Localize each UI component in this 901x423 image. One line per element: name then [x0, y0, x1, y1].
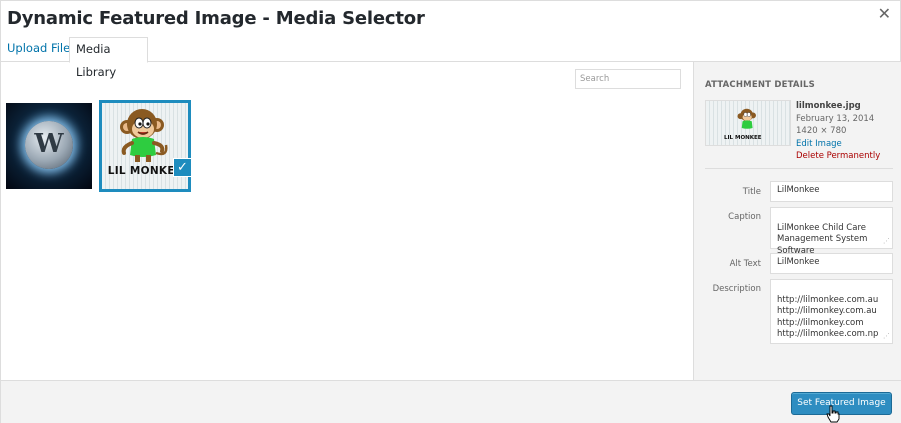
caption-field[interactable]: LilMonkee Child Care Management System S… — [770, 207, 893, 256]
title-label: Title — [742, 187, 761, 197]
attachment-preview: LIL MONKEE — [705, 100, 791, 146]
caption-text: LilMonkee Child Care Management System S… — [777, 222, 868, 256]
sidebar-divider — [705, 168, 893, 169]
tab-bar: Upload Files Media Library — [1, 37, 901, 79]
attachment-date: February 13, 2014 — [796, 113, 875, 124]
caption-label: Caption — [728, 212, 761, 222]
media-browser: Search W LIL MONKEE ✓ — [1, 62, 693, 380]
description-field[interactable]: http://lilmonkee.com.au http://lilmonkey… — [770, 279, 893, 344]
monkee-mascot-icon — [737, 108, 756, 129]
attachment-lilmonkee[interactable]: LIL MONKEE — [99, 100, 191, 192]
title-field[interactable]: LilMonkee — [770, 181, 893, 202]
attachment-details-heading: ATTACHMENT DETAILS — [705, 80, 815, 90]
attachment-details-sidebar: ATTACHMENT DETAILS LIL MONKEE lilmonkee.… — [693, 62, 901, 380]
alt-text-field[interactable]: LilMonkee — [770, 253, 893, 274]
resize-handle-icon[interactable]: ⋰ — [883, 236, 890, 248]
description-label: Description — [712, 284, 761, 294]
resize-handle-icon[interactable]: ⋰ — [883, 331, 890, 343]
tab-media-library[interactable]: Media Library — [69, 37, 148, 79]
wordpress-logo-icon: W — [25, 121, 73, 169]
close-icon[interactable]: ✕ — [878, 6, 891, 22]
delete-permanently-link[interactable]: Delete Permanently — [796, 150, 880, 163]
search-input[interactable]: Search — [575, 69, 681, 89]
edit-image-link[interactable]: Edit Image — [796, 138, 880, 151]
alt-text-label: Alt Text — [729, 259, 761, 269]
attachment-filename: lilmonkee.jpg — [796, 101, 861, 111]
description-text: http://lilmonkee.com.au http://lilmonkey… — [777, 294, 879, 340]
hand-cursor-icon — [826, 405, 840, 423]
modal-footer: Set Featured Image — [1, 380, 901, 423]
set-featured-image-button[interactable]: Set Featured Image — [791, 392, 892, 415]
attachment-wordpress[interactable]: W — [6, 103, 92, 189]
modal-title: Dynamic Featured Image - Media Selector — [7, 8, 425, 29]
media-selector-modal: Dynamic Featured Image - Media Selector … — [0, 0, 901, 423]
attachment-info: lilmonkee.jpg February 13, 2014 1420 × 7… — [796, 100, 880, 163]
attachment-dimensions: 1420 × 780 — [796, 126, 847, 136]
selected-check-icon[interactable]: ✓ — [173, 158, 192, 177]
lilmonkee-logo-text-small: LIL MONKEE — [724, 135, 762, 141]
